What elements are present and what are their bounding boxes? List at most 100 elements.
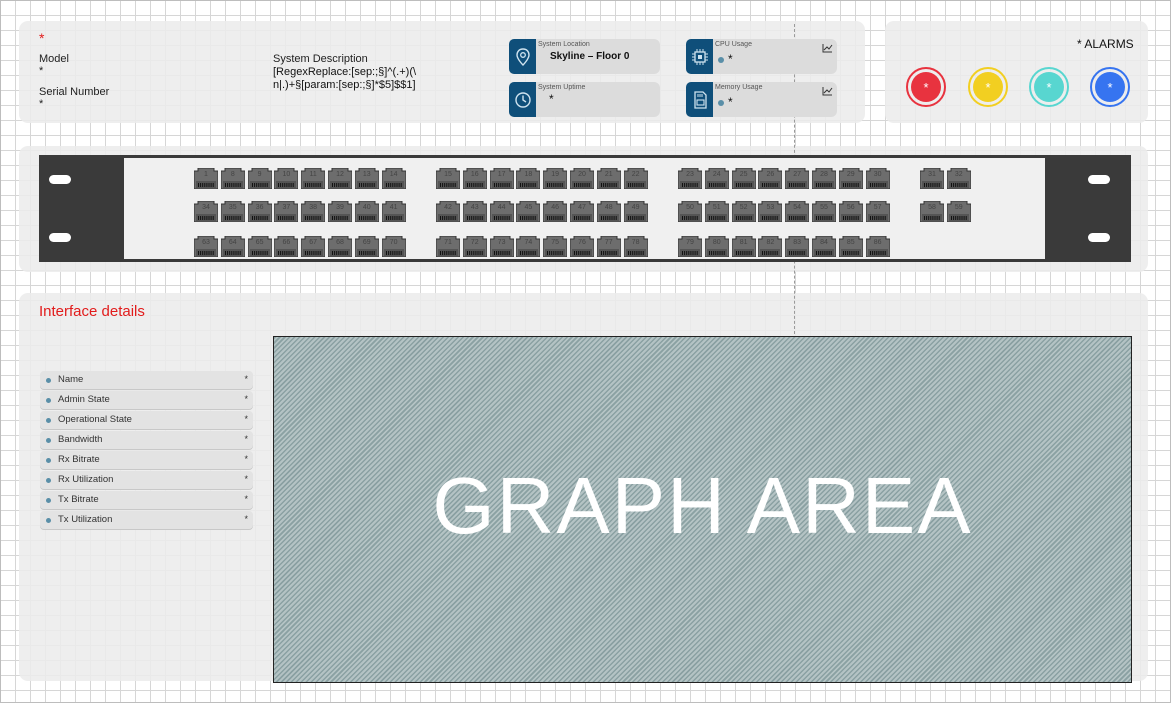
switch-port[interactable]: 12: [328, 168, 352, 189]
port-number: 86: [873, 239, 882, 246]
switch-port[interactable]: 81: [731, 236, 756, 257]
switch-port[interactable]: 36: [247, 201, 272, 222]
port-number: 29: [846, 171, 855, 178]
switch-port[interactable]: 18: [516, 168, 541, 189]
switch-port[interactable]: 17: [489, 168, 514, 189]
switch-port[interactable]: 16: [462, 168, 487, 189]
switch-port[interactable]: 63: [194, 236, 218, 257]
port-number: 25: [739, 171, 748, 178]
switch-port[interactable]: 58: [920, 201, 944, 222]
switch-port[interactable]: 41: [381, 201, 406, 222]
switch-port[interactable]: 30: [865, 168, 890, 189]
switch-port[interactable]: 46: [543, 201, 568, 222]
switch-port[interactable]: 52: [731, 201, 756, 222]
switch-port[interactable]: 15: [436, 168, 460, 189]
alarm-indicator[interactable]: *: [1029, 67, 1069, 107]
system-uptime-card[interactable]: System Uptime *: [509, 82, 660, 117]
alarm-indicator[interactable]: *: [1090, 67, 1130, 107]
switch-port[interactable]: 43: [462, 201, 487, 222]
switch-port[interactable]: 32: [946, 168, 971, 189]
switch-port[interactable]: 53: [758, 201, 783, 222]
interface-detail-row: Tx Utilization *: [40, 511, 253, 529]
switch-port[interactable]: 39: [328, 201, 352, 222]
switch-port[interactable]: 70: [381, 236, 406, 257]
switch-port[interactable]: 48: [596, 201, 621, 222]
switch-port[interactable]: 68: [328, 236, 352, 257]
switch-port[interactable]: 84: [812, 236, 836, 257]
switch-port[interactable]: 1: [194, 168, 218, 189]
switch-port[interactable]: 47: [570, 201, 594, 222]
switch-port[interactable]: 29: [838, 168, 863, 189]
switch-port[interactable]: 86: [865, 236, 890, 257]
switch-port[interactable]: 26: [758, 168, 783, 189]
switch-port[interactable]: 27: [785, 168, 810, 189]
switch-port[interactable]: 54: [785, 201, 810, 222]
switch-port[interactable]: 66: [274, 236, 299, 257]
cpu-usage-card[interactable]: CPU Usage *: [686, 39, 837, 74]
switch-port[interactable]: 71: [436, 236, 460, 257]
switch-port[interactable]: 8: [220, 168, 245, 189]
switch-port[interactable]: 28: [812, 168, 836, 189]
port-number: 44: [497, 204, 506, 211]
system-location-card[interactable]: System Location Skyline – Floor 0: [509, 39, 660, 74]
switch-port[interactable]: 78: [623, 236, 648, 257]
switch-port[interactable]: 76: [570, 236, 594, 257]
switch-port[interactable]: 50: [678, 201, 702, 222]
switch-port[interactable]: 21: [596, 168, 621, 189]
switch-port[interactable]: 82: [758, 236, 783, 257]
switch-port[interactable]: 9: [247, 168, 272, 189]
system-description-label: System Description: [273, 53, 368, 65]
memory-trend-chart-icon[interactable]: [822, 86, 833, 96]
switch-port[interactable]: 56: [838, 201, 863, 222]
port-number: 30: [873, 171, 882, 178]
switch-port[interactable]: 45: [516, 201, 541, 222]
interface-detail-row: Rx Utilization *: [40, 471, 253, 489]
switch-port[interactable]: 34: [194, 201, 218, 222]
switch-port[interactable]: 14: [381, 168, 406, 189]
switch-port[interactable]: 23: [678, 168, 702, 189]
port-number: 14: [389, 171, 398, 178]
switch-port[interactable]: 72: [462, 236, 487, 257]
switch-port[interactable]: 55: [812, 201, 836, 222]
switch-port[interactable]: 64: [220, 236, 245, 257]
switch-port[interactable]: 51: [704, 201, 729, 222]
alarm-indicator[interactable]: *: [906, 67, 946, 107]
port-number: 71: [444, 239, 452, 246]
cpu-trend-chart-icon[interactable]: [822, 43, 833, 53]
switch-port[interactable]: 79: [678, 236, 702, 257]
switch-port[interactable]: 67: [301, 236, 326, 257]
switch-port[interactable]: 74: [516, 236, 541, 257]
switch-port[interactable]: 20: [570, 168, 594, 189]
switch-port[interactable]: 31: [920, 168, 944, 189]
interface-detail-row: Rx Bitrate *: [40, 451, 253, 469]
switch-port[interactable]: 59: [946, 201, 971, 222]
switch-port[interactable]: 83: [785, 236, 810, 257]
switch-port[interactable]: 73: [489, 236, 514, 257]
switch-port[interactable]: 42: [436, 201, 460, 222]
switch-port[interactable]: 49: [623, 201, 648, 222]
memory-usage-card[interactable]: Memory Usage *: [686, 82, 837, 117]
switch-port[interactable]: 57: [865, 201, 890, 222]
switch-port[interactable]: 35: [220, 201, 245, 222]
switch-port[interactable]: 24: [704, 168, 729, 189]
switch-port[interactable]: 44: [489, 201, 514, 222]
switch-port[interactable]: 13: [354, 168, 379, 189]
switch-port[interactable]: 80: [704, 236, 729, 257]
switch-port[interactable]: 22: [623, 168, 648, 189]
graph-area[interactable]: GRAPH AREA: [273, 336, 1132, 683]
switch-port[interactable]: 85: [838, 236, 863, 257]
switch-port[interactable]: 69: [354, 236, 379, 257]
switch-port[interactable]: 11: [301, 168, 326, 189]
switch-port[interactable]: 65: [247, 236, 272, 257]
alarm-indicator[interactable]: *: [968, 67, 1008, 107]
switch-port[interactable]: 10: [274, 168, 299, 189]
port-number: 27: [793, 171, 802, 178]
switch-port[interactable]: 25: [731, 168, 756, 189]
switch-port[interactable]: 19: [543, 168, 568, 189]
switch-port[interactable]: 38: [301, 201, 326, 222]
switch-port[interactable]: 75: [543, 236, 568, 257]
port-number: 84: [820, 239, 828, 246]
switch-port[interactable]: 37: [274, 201, 299, 222]
switch-port[interactable]: 77: [596, 236, 621, 257]
switch-port[interactable]: 40: [354, 201, 379, 222]
